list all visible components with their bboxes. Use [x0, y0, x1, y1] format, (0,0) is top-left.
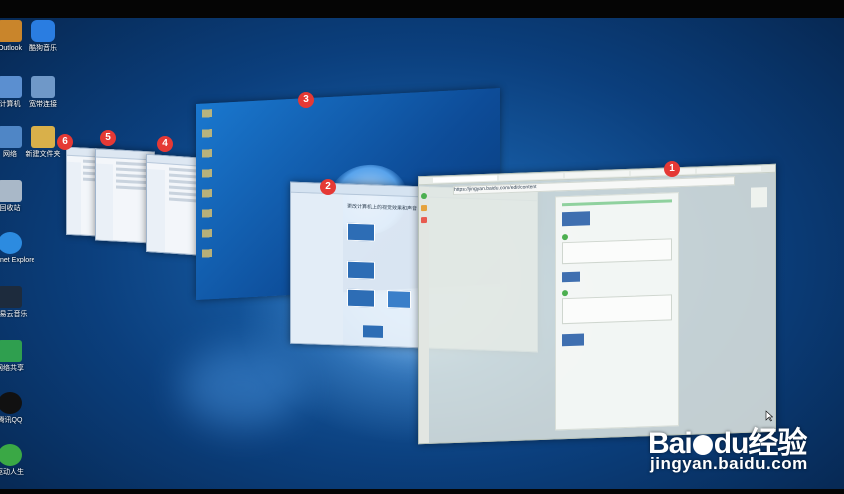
desktop-icon-label: 网易云音乐	[0, 311, 28, 318]
recycle-bin-icon	[0, 180, 22, 202]
badge-window-4: 4	[157, 136, 173, 152]
browser-tab[interactable]	[499, 173, 563, 181]
desktop-icon-share[interactable]: 网络共享	[0, 340, 34, 373]
desktop-icon-label: 驱动人生	[0, 469, 24, 476]
desktop-icon-qq[interactable]: 腾讯QQ	[0, 392, 34, 425]
app-icon[interactable]	[421, 216, 427, 224]
app-icon	[0, 286, 22, 308]
desktop-icon-label: Internet Explorer	[0, 257, 34, 264]
desktop-icon-app[interactable]: 网易云音乐	[0, 286, 34, 319]
badge-window-2: 2	[320, 179, 336, 195]
article-content	[555, 192, 679, 431]
theme-thumbnail[interactable]	[347, 288, 375, 308]
step-number-icon	[562, 290, 568, 297]
ie-icon	[0, 232, 22, 254]
desktop-icon-ie[interactable]: Internet Explorer	[0, 232, 34, 265]
window-1-browser[interactable]: https://jingyan.baidu.com/edit/content	[418, 163, 776, 445]
baidu-jingyan-watermark: Bai du经验 jingyan.baidu.com	[648, 418, 807, 473]
network-connection-icon	[31, 76, 55, 98]
step-image	[562, 271, 580, 283]
folder-icon	[31, 126, 55, 148]
share-icon	[0, 340, 22, 362]
driver-icon	[0, 444, 22, 466]
theme-thumbnail[interactable]	[347, 222, 375, 242]
browser-tab[interactable]	[433, 175, 497, 183]
step-number-icon	[562, 234, 568, 241]
desktop-icon-recycle-bin[interactable]: 回收站	[0, 180, 34, 213]
badge-window-6: 6	[57, 134, 73, 150]
step-divider	[562, 199, 672, 207]
kugou-icon	[31, 20, 55, 42]
step-image	[562, 333, 584, 347]
badge-window-3: 3	[298, 92, 314, 108]
desktop-icon-label: 网络共享	[0, 365, 24, 372]
desktop-icon-label: 新建文件夹	[25, 151, 61, 158]
app-icon[interactable]	[421, 204, 427, 212]
theme-thumbnail[interactable]	[363, 325, 383, 338]
desktop-icon-driver[interactable]: 驱动人生	[0, 444, 34, 477]
side-panel	[751, 187, 767, 208]
letterbox-top	[0, 0, 844, 18]
step-image	[562, 211, 590, 227]
sidebar	[291, 192, 343, 345]
browser-tab[interactable]	[631, 168, 695, 176]
badge-window-1: 1	[664, 161, 680, 177]
theme-thumbnail[interactable]	[387, 290, 411, 309]
desktop-icon-label: 腾讯QQ	[0, 417, 23, 424]
app-icon[interactable]	[421, 192, 427, 200]
letterbox-bottom	[0, 489, 844, 494]
desktop-icon-label: 回收站	[0, 205, 21, 212]
desktop-icon-broadband[interactable]: 宽带连接	[19, 76, 67, 109]
wallpaper-glow-2	[180, 348, 300, 428]
step-text-box[interactable]	[562, 238, 672, 265]
step-text-box[interactable]	[562, 294, 672, 325]
watermark-url: jingyan.baidu.com	[650, 454, 808, 473]
browser-tab[interactable]	[697, 166, 761, 174]
desktop-icon-label: 宽带连接	[29, 101, 57, 108]
theme-thumbnail[interactable]	[347, 260, 375, 280]
browser-tab[interactable]	[565, 170, 629, 179]
desktop-icon-label: 酷狗音乐	[29, 45, 57, 52]
desktop-icon-kugou[interactable]: 酷狗音乐	[19, 20, 67, 53]
desktop-thumbnail-icons	[202, 109, 212, 260]
browser-sidebar	[419, 186, 429, 444]
paw-icon	[692, 435, 713, 455]
qq-icon	[0, 392, 22, 414]
badge-window-5: 5	[100, 130, 116, 146]
